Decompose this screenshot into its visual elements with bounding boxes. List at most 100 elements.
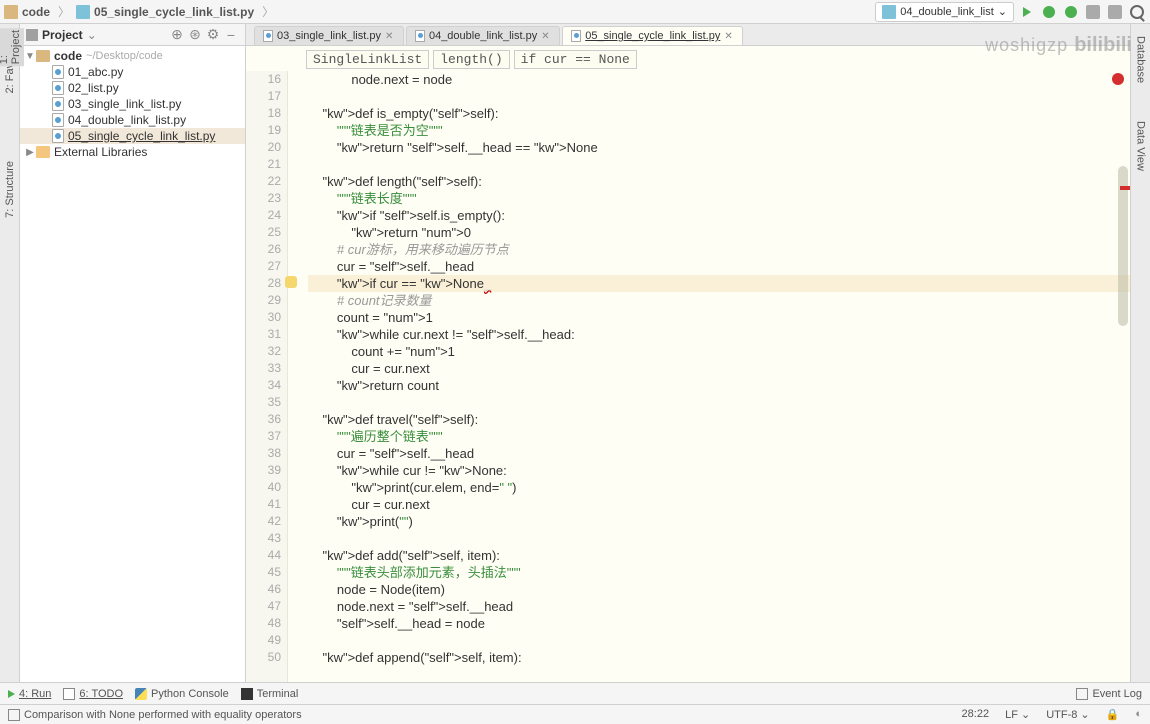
code-line[interactable]: cur = cur.next <box>308 360 1130 377</box>
nav-root[interactable]: code <box>20 5 52 19</box>
code-line[interactable]: "kw">if cur == "kw">None_ <box>308 275 1130 292</box>
line-number[interactable]: 33 <box>246 360 281 377</box>
code-line[interactable]: "kw">return "num">0 <box>308 224 1130 241</box>
code-line[interactable]: """链表是否为空""" <box>308 122 1130 139</box>
line-number[interactable]: 42 <box>246 513 281 530</box>
line-number[interactable]: 20 <box>246 139 281 156</box>
code-line[interactable]: """链表头部添加元素，头插法""" <box>308 564 1130 581</box>
error-stripe-mark[interactable] <box>1120 186 1130 190</box>
stop-button[interactable] <box>1106 3 1124 21</box>
line-number[interactable]: 28 <box>246 275 281 292</box>
chevron-down-icon[interactable]: ⌄ <box>87 28 97 42</box>
close-icon[interactable]: ✕ <box>385 31 395 41</box>
tree-file-item[interactable]: 03_single_link_list.py <box>20 96 245 112</box>
code-line[interactable]: "kw">while cur.next != "self">self.__hea… <box>308 326 1130 343</box>
code-content[interactable]: node.next = node "kw">def is_empty("self… <box>288 71 1130 682</box>
code-line[interactable]: "kw">return count <box>308 377 1130 394</box>
file-encoding[interactable]: UTF-8 ⌄ <box>1046 708 1089 721</box>
line-number[interactable]: 30 <box>246 309 281 326</box>
tab-database[interactable]: Database <box>1133 32 1149 87</box>
editor-tab[interactable]: 05_single_cycle_link_list.py✕ <box>562 26 743 45</box>
code-line[interactable] <box>308 156 1130 173</box>
line-number[interactable]: 21 <box>246 156 281 173</box>
inspection-icon[interactable]: ◐ <box>1135 708 1142 721</box>
line-number[interactable]: 23 <box>246 190 281 207</box>
line-number[interactable]: 49 <box>246 632 281 649</box>
line-number[interactable]: 27 <box>246 258 281 275</box>
code-line[interactable]: "kw">print(cur.elem, end=" ") <box>308 479 1130 496</box>
tree-external-libraries[interactable]: ▶ External Libraries <box>20 144 245 160</box>
breadcrumb-method[interactable]: length() <box>433 50 509 69</box>
code-line[interactable]: node.next = node <box>308 71 1130 88</box>
code-line[interactable] <box>308 394 1130 411</box>
settings-button[interactable]: ⚙ <box>205 27 221 43</box>
code-line[interactable]: # cur游标，用来移动遍历节点 <box>308 241 1130 258</box>
code-line[interactable]: """链表长度""" <box>308 190 1130 207</box>
line-number[interactable]: 39 <box>246 462 281 479</box>
expand-icon[interactable]: ▼ <box>24 50 36 62</box>
collapse-all-button[interactable]: ⊕ <box>169 27 185 43</box>
code-line[interactable]: node = Node(item) <box>308 581 1130 598</box>
line-number[interactable]: 22 <box>246 173 281 190</box>
line-number[interactable]: 16 <box>246 71 281 88</box>
line-number[interactable]: 29 <box>246 292 281 309</box>
code-line[interactable]: node.next = "self">self.__head <box>308 598 1130 615</box>
line-number[interactable]: 48 <box>246 615 281 632</box>
code-line[interactable] <box>308 530 1130 547</box>
line-number[interactable]: 50 <box>246 649 281 666</box>
line-number[interactable]: 47 <box>246 598 281 615</box>
line-separator[interactable]: LF ⌄ <box>1005 708 1030 721</box>
expand-icon[interactable]: ▶ <box>24 146 36 158</box>
tool-run[interactable]: 4: Run <box>8 688 51 700</box>
close-icon[interactable]: ✕ <box>724 31 734 41</box>
line-number[interactable]: 26 <box>246 241 281 258</box>
tree-file-item[interactable]: 05_single_cycle_link_list.py <box>20 128 245 144</box>
tree-root-folder[interactable]: ▼ code ~/Desktop/code <box>20 48 245 64</box>
code-line[interactable]: "kw">while cur != "kw">None: <box>308 462 1130 479</box>
code-line[interactable]: "kw">def add("self">self, item): <box>308 547 1130 564</box>
line-number[interactable]: 34 <box>246 377 281 394</box>
tree-file-item[interactable]: 02_list.py <box>20 80 245 96</box>
tool-event-log[interactable]: Event Log <box>1076 688 1142 700</box>
code-line[interactable] <box>308 632 1130 649</box>
line-number[interactable]: 35 <box>246 394 281 411</box>
code-line[interactable]: "kw">def length("self">self): <box>308 173 1130 190</box>
line-number[interactable]: 45 <box>246 564 281 581</box>
select-opened-button[interactable]: ⊛ <box>187 27 203 43</box>
breadcrumb-statement[interactable]: if cur == None <box>514 50 637 69</box>
run-coverage-button[interactable] <box>1062 3 1080 21</box>
line-number[interactable]: 32 <box>246 343 281 360</box>
line-number[interactable]: 43 <box>246 530 281 547</box>
editor-tab[interactable]: 04_double_link_list.py✕ <box>406 26 560 45</box>
vertical-scrollbar[interactable] <box>1118 166 1128 326</box>
tool-python-console[interactable]: Python Console <box>135 688 229 700</box>
tab-data-view[interactable]: Data View <box>1133 117 1149 175</box>
tab-structure[interactable]: 7: Structure <box>2 157 18 222</box>
tree-file-item[interactable]: 01_abc.py <box>20 64 245 80</box>
code-line[interactable]: "kw">def travel("self">self): <box>308 411 1130 428</box>
code-line[interactable]: count = "num">1 <box>308 309 1130 326</box>
search-button[interactable] <box>1128 3 1146 21</box>
run-button[interactable] <box>1018 3 1036 21</box>
code-line[interactable]: """遍历整个链表""" <box>308 428 1130 445</box>
line-number[interactable]: 46 <box>246 581 281 598</box>
code-line[interactable]: "kw">if "self">self.is_empty(): <box>308 207 1130 224</box>
code-line[interactable]: # count记录数量 <box>308 292 1130 309</box>
code-line[interactable]: "kw">def append("self">self, item): <box>308 649 1130 666</box>
line-number[interactable]: 31 <box>246 326 281 343</box>
run-configuration-dropdown[interactable]: 04_double_link_list ⌄ <box>875 2 1014 22</box>
tab-project[interactable]: 1: Project <box>0 28 24 66</box>
error-indicator-icon[interactable] <box>1112 73 1124 85</box>
hide-button[interactable]: − <box>223 27 239 43</box>
line-number[interactable]: 36 <box>246 411 281 428</box>
lock-icon[interactable]: 🔒 <box>1106 708 1120 721</box>
code-line[interactable] <box>308 88 1130 105</box>
status-icon[interactable] <box>8 709 20 721</box>
cursor-position[interactable]: 28:22 <box>962 708 990 721</box>
line-number[interactable]: 24 <box>246 207 281 224</box>
tool-todo[interactable]: 6: TODO <box>63 688 123 700</box>
editor-tab[interactable]: 03_single_link_list.py✕ <box>254 26 404 45</box>
nav-current-file[interactable]: 05_single_cycle_link_list.py <box>92 5 256 19</box>
code-line[interactable]: cur = "self">self.__head <box>308 258 1130 275</box>
line-number[interactable]: 17 <box>246 88 281 105</box>
